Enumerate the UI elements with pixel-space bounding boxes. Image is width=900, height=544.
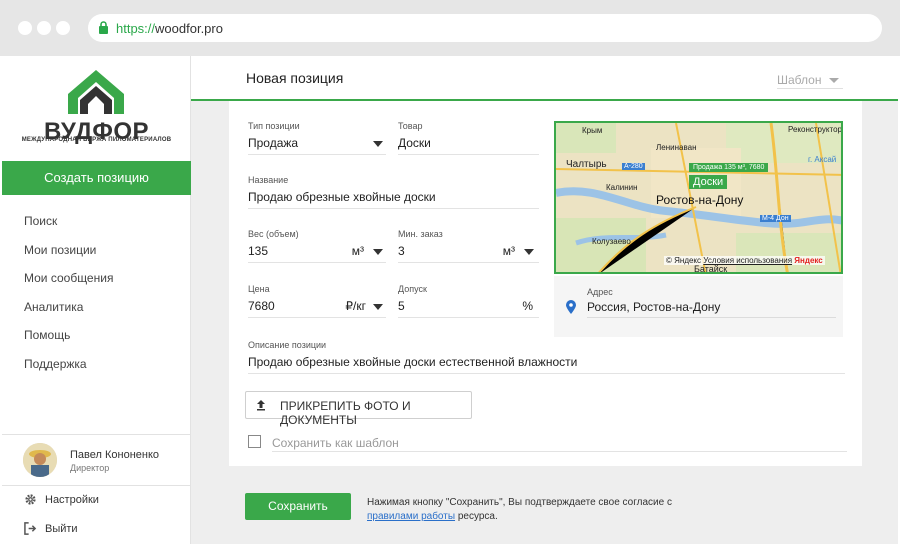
map-label-aksay: г. Аксай (808, 155, 837, 164)
min-order-unit: м³ (502, 244, 515, 258)
window-minimize-dot[interactable] (37, 21, 51, 35)
position-type-select[interactable]: Продажа (248, 135, 386, 155)
product-input[interactable]: Доски (398, 135, 539, 155)
logout-icon (24, 522, 37, 535)
logo-icon[interactable] (66, 68, 126, 116)
title-label: Название (248, 175, 289, 185)
address-input[interactable]: Россия, Ростов-на-Дону (587, 300, 836, 318)
description-input[interactable]: Продаю обрезные хвойные доски естественн… (248, 354, 845, 374)
location-pin-icon (566, 300, 576, 314)
consent-text: Нажимая кнопку "Сохранить", Вы подтвержд… (367, 497, 672, 522)
chevron-down-icon[interactable] (373, 249, 383, 255)
upload-icon (257, 400, 265, 411)
sidebar-item-search[interactable]: Поиск (24, 214, 57, 228)
brand-tagline: МЕЖДУНАРОДНАЯ БИРЖА ПИЛОМАТЕРИАЛОВ (21, 137, 172, 143)
sidebar-item-my-messages[interactable]: Мои сообщения (24, 271, 113, 285)
title-field[interactable]: Название Продаю обрезные хвойные доски (248, 175, 539, 209)
logout-label: Выйти (45, 522, 78, 535)
sidebar: ВУДФОР МЕЖДУНАРОДНАЯ БИРЖА ПИЛОМАТЕРИАЛО… (2, 56, 191, 544)
map-road-m4: М-4 Дон (760, 215, 791, 222)
user-name: Павел Кононенко (70, 449, 160, 461)
chevron-down-icon[interactable] (524, 249, 534, 255)
map-pin-title[interactable]: Доски (689, 175, 728, 189)
map-label-leninavan: Ленинаван (656, 143, 697, 152)
product-label: Товар (398, 121, 423, 131)
description-label: Описание позиции (248, 340, 327, 350)
address-label: Адрес (587, 287, 613, 297)
attach-files-button[interactable]: ПРИКРЕПИТЬ ФОТО И ДОКУМЕНТЫ (245, 391, 472, 427)
tolerance-label: Допуск (398, 284, 427, 294)
price-unit: ₽/кг (345, 299, 366, 313)
create-position-button[interactable]: Создать позицию (2, 161, 191, 195)
lock-icon (99, 21, 108, 34)
map-provider-logo: Яндекс (794, 256, 823, 265)
window-maximize-dot[interactable] (56, 21, 70, 35)
page-header: Новая позиция Шаблон (191, 56, 898, 101)
window-close-dot[interactable] (18, 21, 32, 35)
min-order-label: Мин. заказ (398, 229, 443, 239)
settings-label: Настройки (45, 493, 99, 506)
price-field[interactable]: Цена 7680 ₽/кг (248, 284, 386, 318)
weight-unit: м³ (351, 244, 364, 258)
logout-link[interactable]: Выйти (24, 522, 78, 535)
position-type-label: Тип позиции (248, 121, 300, 131)
map-label-kolyzaevo: Колузаево (592, 237, 631, 246)
address-bar[interactable]: https://woodfor.pro (88, 14, 882, 42)
position-type-field[interactable]: Тип позиции Продажа (248, 121, 386, 155)
weight-input[interactable]: 135 м³ (248, 243, 386, 263)
address-box: Адрес Россия, Ростов-на-Дону (554, 276, 843, 337)
chevron-down-icon (829, 78, 839, 83)
user-role: Директор (70, 463, 110, 473)
sidebar-item-my-positions[interactable]: Мои позиции (24, 243, 96, 257)
map-pin-badge[interactable]: Продажа 135 м³, 7680 (689, 163, 769, 172)
rules-link[interactable]: правилами работы (367, 511, 455, 522)
product-field[interactable]: Товар Доски (398, 121, 539, 155)
weight-label: Вес (объем) (248, 229, 299, 239)
map-label-krym: Крым (582, 126, 603, 135)
map-terms-link[interactable]: Условия использования (703, 256, 792, 265)
sidebar-item-help[interactable]: Помощь (24, 328, 70, 342)
tolerance-field[interactable]: Допуск 5 % (398, 284, 539, 318)
page-title: Новая позиция (246, 70, 344, 86)
sidebar-item-analytics[interactable]: Аналитика (24, 300, 83, 314)
url-text: https://woodfor.pro (116, 21, 223, 36)
sidebar-item-support[interactable]: Поддержка (24, 357, 87, 371)
map-city-label: Ростов-на-Дону (656, 193, 744, 207)
tolerance-unit: % (522, 299, 533, 313)
save-button[interactable]: Сохранить (245, 493, 351, 520)
description-field[interactable]: Описание позиции Продаю обрезные хвойные… (248, 340, 845, 374)
map-copyright: © Яндекс Условия использования Яндекс (664, 256, 825, 265)
min-order-field[interactable]: Мин. заказ 3 м³ (398, 229, 539, 263)
map-label-chaltyr: Чалтырь (566, 159, 607, 170)
attach-files-label: ПРИКРЕПИТЬ ФОТО И ДОКУМЕНТЫ (280, 399, 411, 427)
map-road-a280: А-280 (622, 163, 645, 170)
save-template-label[interactable]: Сохранить как шаблон (272, 436, 847, 452)
template-select[interactable]: Шаблон (777, 73, 843, 89)
user-profile[interactable]: Павел Кононенко Директор (2, 434, 191, 486)
map-label-kalinin: Калинин (606, 183, 638, 192)
weight-field[interactable]: Вес (объем) 135 м³ (248, 229, 386, 263)
chevron-down-icon[interactable] (373, 304, 383, 310)
map-label-bataysk: Батайск (694, 264, 728, 274)
title-input[interactable]: Продаю обрезные хвойные доски (248, 189, 539, 209)
chevron-down-icon (373, 141, 383, 147)
avatar (23, 443, 57, 477)
gear-icon (25, 494, 36, 505)
settings-link[interactable]: Настройки (24, 493, 99, 506)
save-template-checkbox[interactable] (248, 435, 261, 448)
map-label-rekonstruktor: Реконструктор (788, 125, 842, 134)
min-order-input[interactable]: 3 м³ (398, 243, 539, 263)
price-label: Цена (248, 284, 270, 294)
price-input[interactable]: 7680 ₽/кг (248, 298, 386, 318)
location-map[interactable]: Крым Ленинаван Реконструктор Чалтырь Кал… (554, 121, 843, 274)
browser-toolbar: https://woodfor.pro (0, 0, 900, 56)
tolerance-input[interactable]: 5 % (398, 298, 539, 318)
